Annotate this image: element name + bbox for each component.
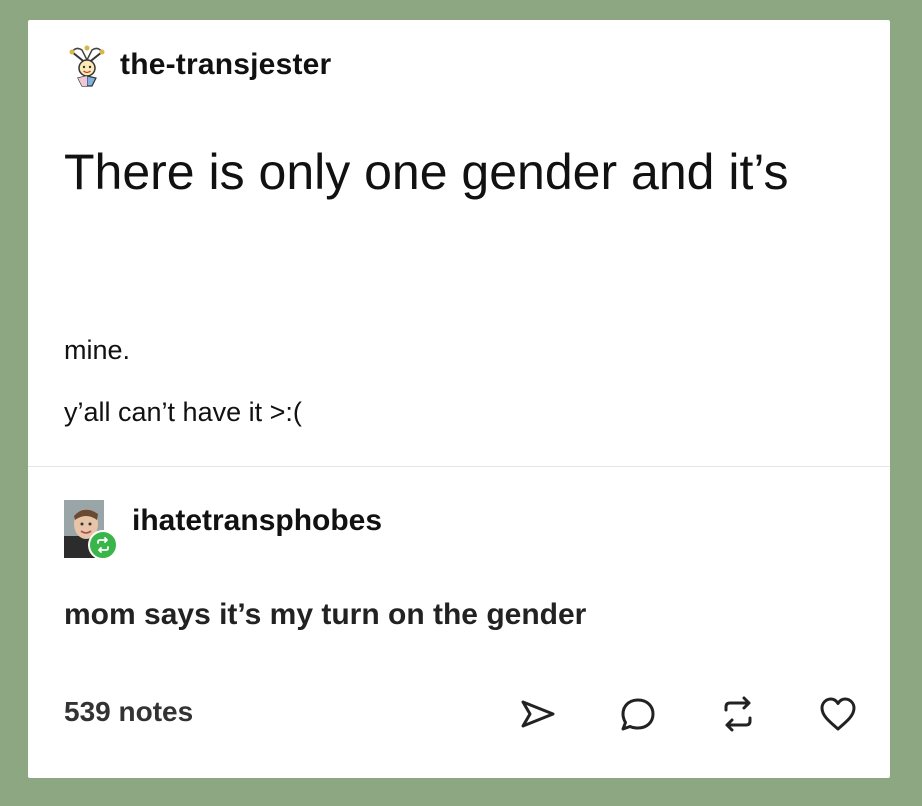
heart-icon <box>820 697 856 731</box>
reblogger-avatar[interactable] <box>64 500 118 560</box>
notes-count[interactable]: 539 notes <box>64 696 193 728</box>
post-actions <box>516 692 860 736</box>
tumblr-post-card: the-transjester There is only one gender… <box>28 20 890 778</box>
post-title: There is only one gender and it’s <box>64 144 789 200</box>
reblog-text: mom says it’s my turn on the gender <box>64 598 587 631</box>
reblog-icon <box>724 696 752 732</box>
reblog-username[interactable]: ihatetransphobes <box>132 504 382 538</box>
jester-icon[interactable] <box>64 42 110 88</box>
reblog-divider <box>28 466 890 467</box>
reblog-badge <box>88 530 118 560</box>
op-header: the-transjester <box>64 42 331 88</box>
share-button[interactable] <box>516 692 560 736</box>
post-body-line: y’all can’t have it >:( <box>64 397 302 427</box>
like-button[interactable] <box>816 692 860 736</box>
reply-icon <box>621 698 655 731</box>
reply-button[interactable] <box>616 692 660 736</box>
share-icon <box>521 700 555 728</box>
post-body-line: mine. <box>64 335 131 365</box>
reblog-icon <box>97 537 109 553</box>
reblog-button[interactable] <box>716 692 760 736</box>
op-username[interactable]: the-transjester <box>120 48 331 82</box>
reblog-header: ihatetransphobes <box>64 500 382 560</box>
